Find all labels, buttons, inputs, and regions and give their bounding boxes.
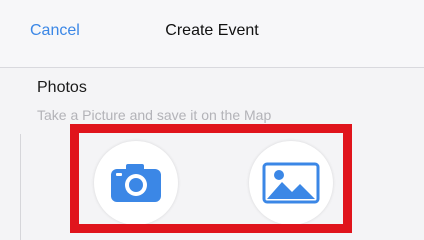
page-title: Create Event	[165, 22, 259, 39]
navigation-bar: Cancel Create Event	[0, 0, 424, 68]
left-divider	[20, 134, 21, 240]
highlight-box	[70, 124, 352, 233]
photos-hint-text: Take a Picture and save it on the Map	[37, 107, 272, 123]
photos-section-title: Photos	[37, 79, 87, 96]
